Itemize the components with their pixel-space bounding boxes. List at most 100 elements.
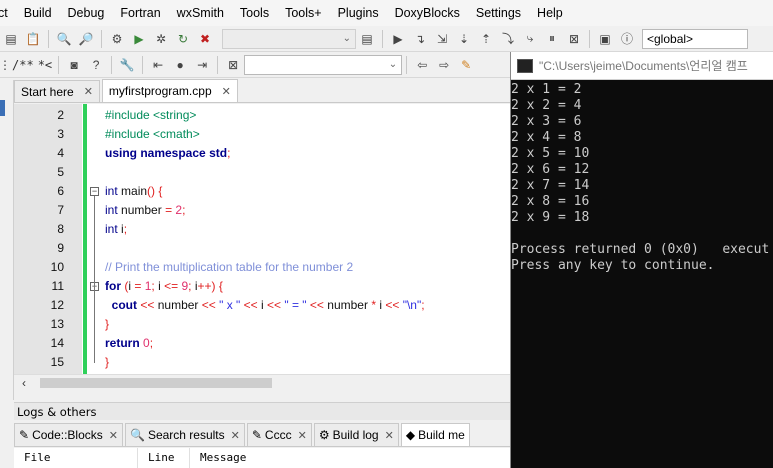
editor-tabs: Start here ✕ myfirstprogram.cpp ✕ <box>14 79 510 103</box>
editor-horizontal-scrollbar[interactable]: ‹ <box>14 374 510 391</box>
scope-select[interactable]: <global> <box>642 28 748 49</box>
next-line-icon[interactable]: ⇲ <box>432 29 452 49</box>
back-icon[interactable]: ⇦ <box>412 55 432 75</box>
chevron-down-icon: ⌄ <box>388 59 398 70</box>
comment-block-button[interactable]: /** <box>10 58 36 72</box>
code-line[interactable]: 11 for (i = 1; i <= 9; i++) { <box>14 277 510 296</box>
code-line[interactable]: 15} <box>14 353 510 372</box>
close-icon[interactable]: ✕ <box>231 429 240 442</box>
build-run-icon[interactable]: ✲ <box>151 29 171 49</box>
panel-marker <box>0 100 5 116</box>
column-file[interactable]: File <box>14 448 138 468</box>
tab-label: Start here <box>21 84 74 99</box>
find-icon[interactable]: 🔍 <box>54 29 74 49</box>
code-text: cout << number << " x " << i << " = " <<… <box>111 298 425 312</box>
info-icon[interactable]: ⓘ <box>617 29 637 49</box>
menu-ct[interactable]: ct <box>0 6 16 20</box>
step-out-icon[interactable]: ⇡ <box>476 29 496 49</box>
tab-myfirstprogram[interactable]: myfirstprogram.cpp ✕ <box>101 79 238 102</box>
code-line[interactable]: 9 <box>14 239 510 258</box>
column-line[interactable]: Line <box>138 448 190 468</box>
menu-settings[interactable]: Settings <box>468 6 529 20</box>
step-instruction-icon[interactable]: ⤷ <box>520 29 540 49</box>
menu-doxyblocks[interactable]: DoxyBlocks <box>387 6 468 20</box>
code-line[interactable]: 3 #include <cmath> <box>14 125 510 144</box>
debug-windows-icon[interactable]: ▣ <box>595 29 615 49</box>
step-into-icon[interactable]: ⇣ <box>454 29 474 49</box>
tab-build-log[interactable]: ⚙ Build log ✕ <box>313 423 399 446</box>
code-line[interactable]: 13} <box>14 315 510 334</box>
tab-icon: ✎ <box>19 428 30 442</box>
tab-cccc[interactable]: ✎ Cccc ✕ <box>246 423 312 446</box>
paste-icon[interactable]: 📋 <box>23 29 43 49</box>
highlight-icon[interactable]: ✎ <box>456 55 476 75</box>
code-line[interactable]: 4 using namespace std; <box>14 144 510 163</box>
menu-plugins[interactable]: Plugins <box>330 6 387 20</box>
prev-bookmark-icon[interactable]: ⇤ <box>148 55 168 75</box>
console-window[interactable]: "C:\Users\jeime\Documents\언리얼 캠프 2 x 1 =… <box>510 52 773 468</box>
logs-panel-title: Logs & others <box>14 402 510 420</box>
code-line[interactable]: 5 <box>14 163 510 182</box>
pause-icon[interactable]: ⏸ <box>542 29 562 49</box>
close-icon[interactable]: ✕ <box>385 429 394 442</box>
run-icon[interactable]: ▶ <box>129 29 149 49</box>
tab-code-blocks[interactable]: ✎ Code::Blocks ✕ <box>14 423 123 446</box>
code-line[interactable]: 2 #include <string> <box>14 106 510 125</box>
close-icon[interactable]: ✕ <box>298 429 307 442</box>
scroll-left-icon[interactable]: ‹ <box>22 376 26 390</box>
menu-help[interactable]: Help <box>529 6 571 20</box>
comment-line-button[interactable]: *< <box>36 58 54 72</box>
code-completion-select[interactable]: ⌄ <box>244 54 403 75</box>
code-line[interactable]: 12 cout << number << " x " << i << " = "… <box>14 296 510 315</box>
code-editor[interactable]: 2 #include <string> 3 #include <cmath> 4 usin… <box>14 104 510 374</box>
main-toolbar: ▤ 📋 🔍 🔎 ⚙ ▶ ✲ ↻ ✖ ⌄ ▤ ▶ ↴ ⇲ ⇣ ⇡ ⤵ ⤷ ⏸ ⊠ … <box>0 26 773 52</box>
menu-debug[interactable]: Debug <box>60 6 113 20</box>
menu-wxsmith[interactable]: wxSmith <box>169 6 232 20</box>
build-gear-icon[interactable]: ⚙ <box>107 29 127 49</box>
code-line[interactable]: 7 int number = 2; <box>14 201 510 220</box>
close-icon[interactable]: ✕ <box>84 85 93 98</box>
wrench-icon[interactable]: 🔧 <box>117 55 137 75</box>
build-target-select[interactable]: ⌄ <box>222 28 356 49</box>
target-dialog-icon[interactable]: ▤ <box>357 29 377 49</box>
fold-toggle-icon[interactable]: − <box>90 187 99 196</box>
debug-run-icon[interactable]: ▶ <box>388 29 408 49</box>
code-line[interactable]: 10 // Print the multiplication table for … <box>14 258 510 277</box>
toolbar-separator <box>589 29 590 48</box>
console-title-bar[interactable]: "C:\Users\jeime\Documents\언리얼 캠프 <box>511 52 773 80</box>
menu-build[interactable]: Build <box>16 6 60 20</box>
next-bookmark-icon[interactable]: ⇥ <box>192 55 212 75</box>
menu-tools-[interactable]: Tools+ <box>277 6 329 20</box>
code-line[interactable]: 14 return 0; <box>14 334 510 353</box>
forward-icon[interactable]: ⇨ <box>434 55 454 75</box>
menu-fortran[interactable]: Fortran <box>112 6 168 20</box>
doc-icon[interactable]: ◙ <box>64 55 84 75</box>
tab-start-here[interactable]: Start here ✕ <box>14 80 100 102</box>
tab-label: Search results <box>147 428 225 442</box>
tab-search-results[interactable]: 🔍 Search results ✕ <box>124 423 245 446</box>
next-instruction-icon[interactable]: ⤵ <box>498 29 518 49</box>
scrollbar-thumb[interactable] <box>40 378 272 388</box>
run-to-cursor-icon[interactable]: ↴ <box>410 29 430 49</box>
menu-tools[interactable]: Tools <box>232 6 277 20</box>
close-icon[interactable]: ✕ <box>222 85 231 98</box>
code-line[interactable]: 6 int main() { <box>14 182 510 201</box>
tab-build-me[interactable]: ◆ Build me <box>400 423 470 446</box>
abort-icon[interactable]: ✖ <box>195 29 215 49</box>
help-icon[interactable]: ? <box>86 55 106 75</box>
scope-value: <global> <box>647 31 694 46</box>
close-icon[interactable]: ✕ <box>109 429 118 442</box>
clear-icon[interactable]: ⊠ <box>223 55 243 75</box>
toolbar-separator <box>48 29 49 48</box>
rebuild-icon[interactable]: ↻ <box>173 29 193 49</box>
toggle-bookmark-icon[interactable]: ● <box>170 55 190 75</box>
column-message[interactable]: Message <box>190 448 390 468</box>
stop-debug-icon[interactable]: ⊠ <box>564 29 584 49</box>
tab-label: Build log <box>332 428 379 442</box>
open-icon[interactable]: ▤ <box>1 29 21 49</box>
doxy-icon[interactable]: ⋮ <box>0 55 11 75</box>
line-number: 3 <box>57 127 64 141</box>
replace-icon[interactable]: 🔎 <box>76 29 96 49</box>
code-line[interactable]: 8 int i; <box>14 220 510 239</box>
code-text: return 0; <box>105 336 154 350</box>
